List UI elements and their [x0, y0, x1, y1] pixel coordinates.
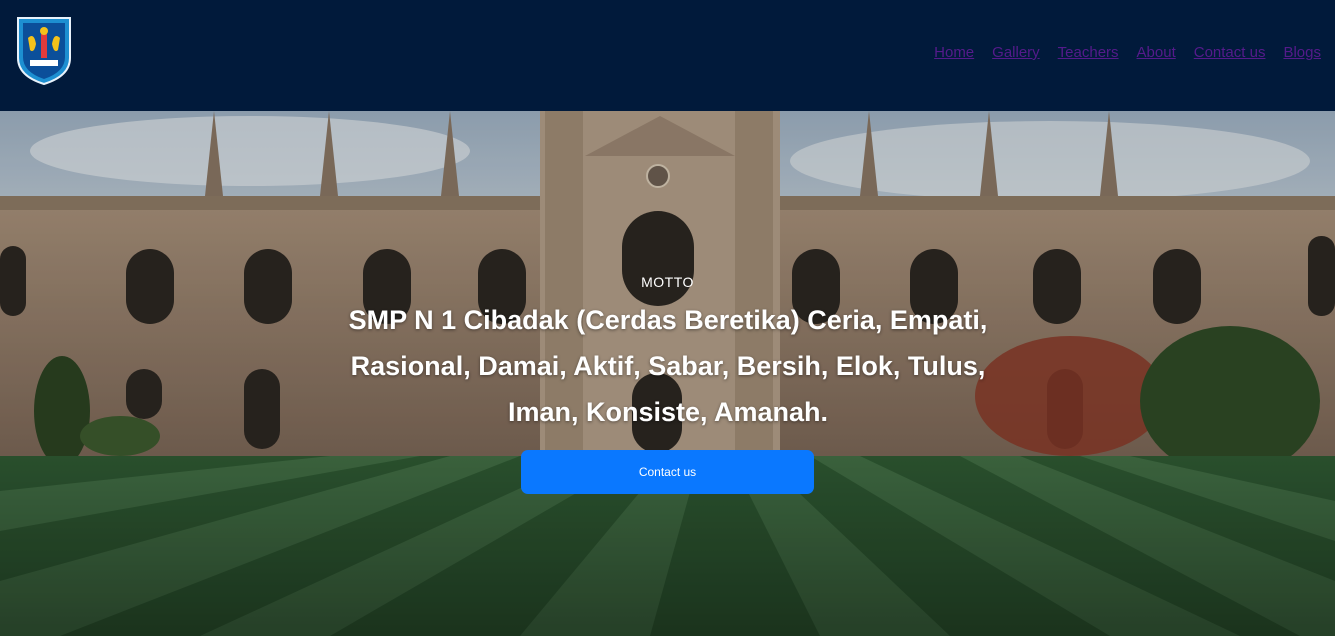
hero-section: MOTTO SMP N 1 Cibadak (Cerdas Beretika) … — [0, 111, 1335, 636]
nav-home[interactable]: Home — [934, 44, 974, 61]
nav-contact-us[interactable]: Contact us — [1194, 44, 1266, 61]
nav-about[interactable]: About — [1137, 44, 1176, 61]
hero-content: MOTTO SMP N 1 Cibadak (Cerdas Beretika) … — [0, 111, 1335, 636]
nav-gallery[interactable]: Gallery — [992, 44, 1040, 61]
nav-teachers[interactable]: Teachers — [1058, 44, 1119, 61]
school-logo[interactable] — [14, 14, 74, 86]
nav-blogs[interactable]: Blogs — [1283, 44, 1321, 61]
navbar: Home Gallery Teachers About Contact us B… — [0, 0, 1335, 111]
motto-heading: SMP N 1 Cibadak (Cerdas Beretika) Ceria,… — [348, 305, 988, 427]
motto-label: MOTTO — [641, 274, 694, 290]
main-nav: Home Gallery Teachers About Contact us B… — [934, 44, 1321, 61]
contact-us-button[interactable]: Contact us — [521, 450, 814, 494]
